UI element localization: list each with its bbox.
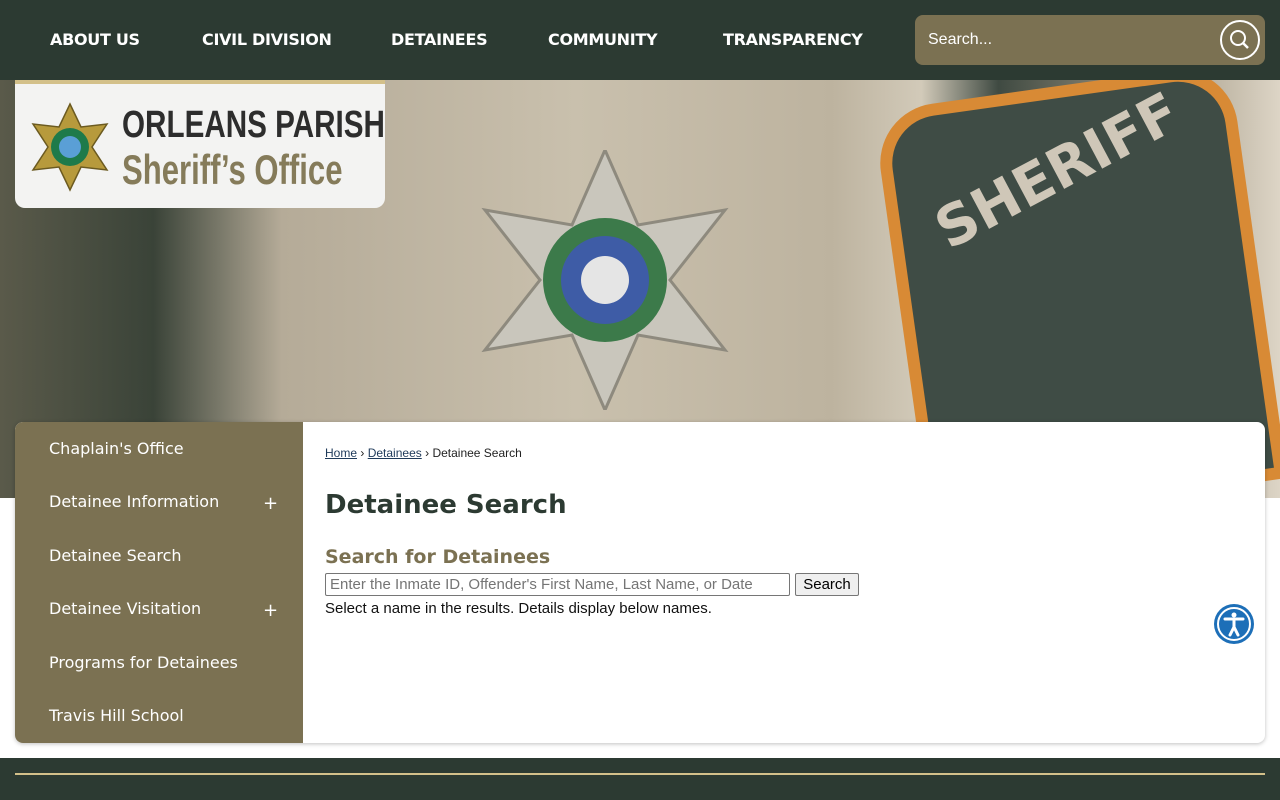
sidebar-item-detainee-search[interactable]: Detainee Search xyxy=(49,546,182,565)
content-panel: Chaplain's Office Detainee Information +… xyxy=(15,422,1265,743)
nav-detainees[interactable]: DETAINEES xyxy=(391,30,488,49)
expand-detainee-information-button[interactable]: + xyxy=(263,493,278,514)
nav-about-us[interactable]: ABOUT US xyxy=(50,30,140,49)
site-search xyxy=(915,15,1265,65)
search-hint: Select a name in the results. Details di… xyxy=(325,600,712,617)
site-logo[interactable]: ORLEANS PARISH Sheriff’s Office xyxy=(15,80,385,208)
breadcrumb-home[interactable]: Home xyxy=(325,446,357,460)
footer xyxy=(0,758,1280,800)
footer-divider xyxy=(15,773,1265,775)
nav-transparency[interactable]: TRANSPARENCY xyxy=(723,30,863,49)
site-search-input[interactable] xyxy=(915,15,1215,65)
detainee-search-input[interactable] xyxy=(325,573,790,596)
accessibility-icon xyxy=(1217,607,1251,641)
logo-line-1: ORLEANS PARISH xyxy=(122,104,385,146)
expand-detainee-visitation-button[interactable]: + xyxy=(263,600,278,621)
logo-line-2: Sheriff’s Office xyxy=(122,146,343,193)
search-icon xyxy=(1230,30,1249,49)
sidebar-item-detainee-information[interactable]: Detainee Information xyxy=(49,492,219,511)
sidebar-item-programs-for-detainees[interactable]: Programs for Detainees xyxy=(49,653,238,672)
page-title: Detainee Search xyxy=(325,490,567,520)
accessibility-button[interactable] xyxy=(1214,604,1254,644)
detainee-search-button[interactable]: Search xyxy=(795,573,859,596)
nav-community[interactable]: COMMUNITY xyxy=(548,30,658,49)
breadcrumb: Home › Detainees › Detainee Search xyxy=(325,446,522,460)
sidebar-item-detainee-visitation[interactable]: Detainee Visitation xyxy=(49,599,201,618)
search-button[interactable] xyxy=(1220,20,1260,60)
section-title: Search for Detainees xyxy=(325,546,551,568)
sidebar-item-travis-hill-school[interactable]: Travis Hill School xyxy=(49,706,184,725)
sidebar-item-chaplains-office[interactable]: Chaplain's Office xyxy=(49,439,184,458)
deputy-badge-image xyxy=(481,150,729,410)
top-navigation: ABOUT US CIVIL DIVISION DETAINEES COMMUN… xyxy=(0,0,1280,80)
breadcrumb-detainees[interactable]: Detainees xyxy=(368,446,422,460)
breadcrumb-current: Detainee Search xyxy=(432,446,522,460)
nav-civil-division[interactable]: CIVIL DIVISION xyxy=(202,30,332,49)
sheriff-star-icon xyxy=(31,102,109,192)
sidebar: Chaplain's Office Detainee Information +… xyxy=(15,422,303,743)
